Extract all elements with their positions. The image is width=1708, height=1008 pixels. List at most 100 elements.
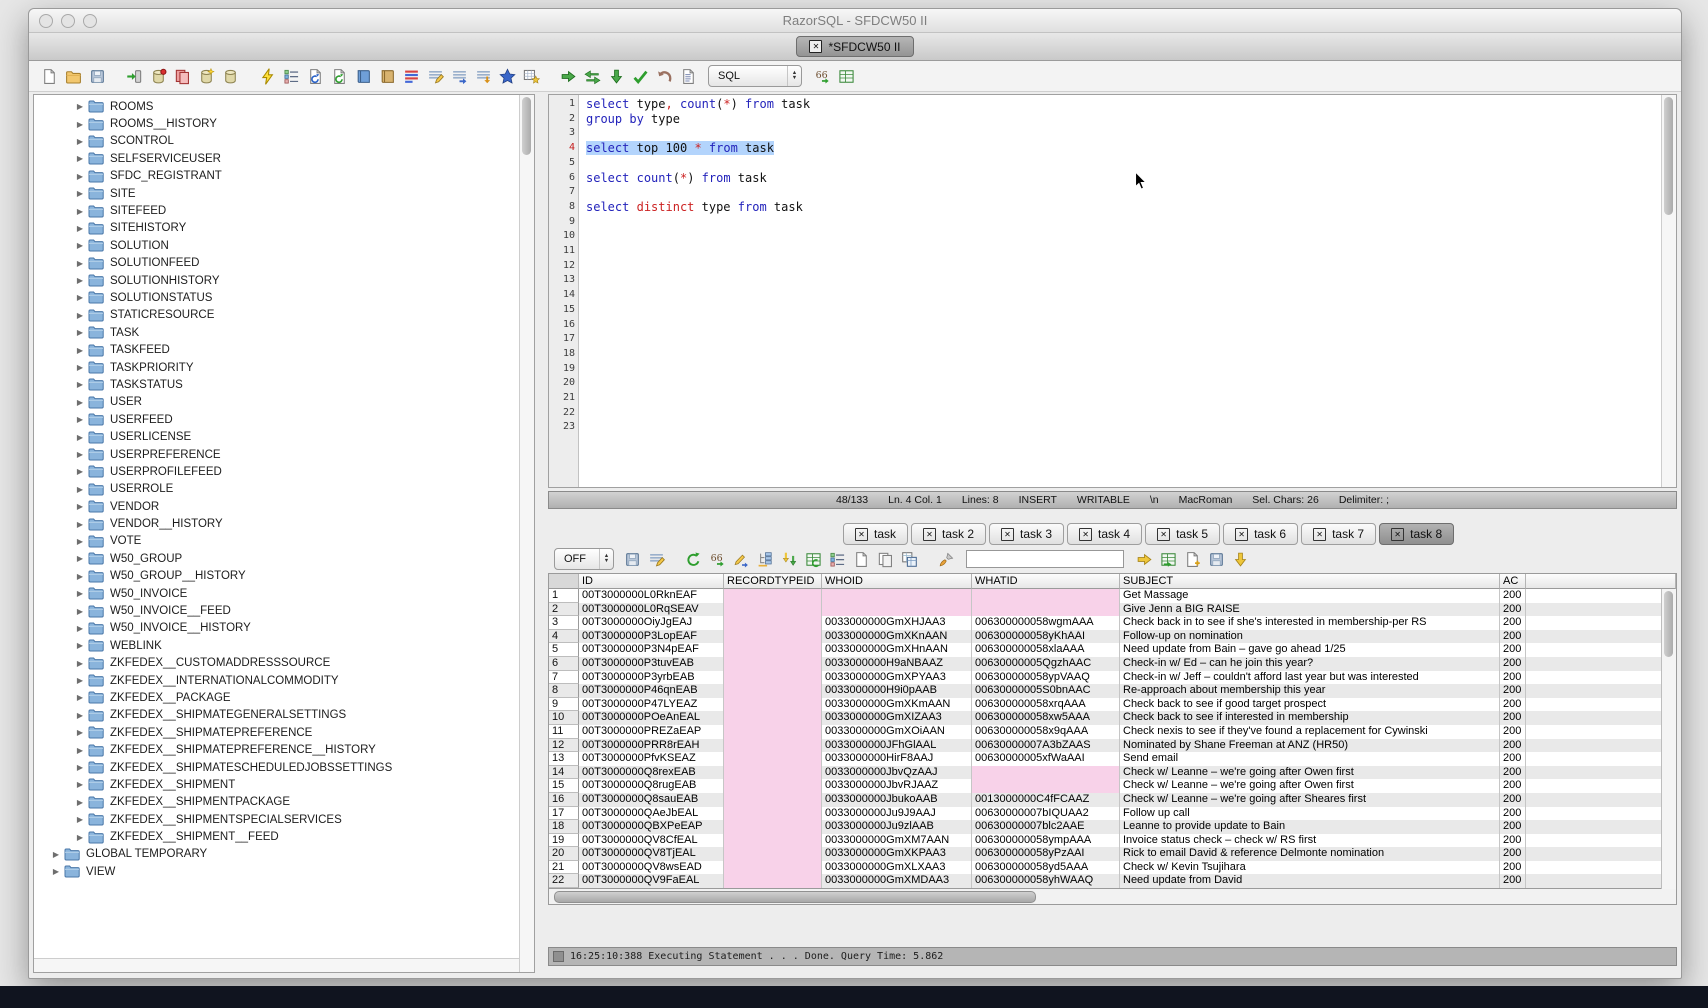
disclosure-triangle-icon[interactable]: ▶ [74, 537, 86, 546]
disclosure-triangle-icon[interactable]: ▶ [74, 659, 86, 668]
table-cell[interactable]: Rick to email David & reference Delmonte… [1120, 847, 1500, 861]
table-cell[interactable]: 006300000058xw5AAA [972, 711, 1120, 725]
tree-item-sitefeed[interactable]: ▶SITEFEED [34, 202, 534, 219]
favorites-star-icon[interactable] [498, 67, 517, 85]
new-document-icon[interactable] [40, 67, 59, 85]
tree-item-solutionhistory[interactable]: ▶SOLUTIONHISTORY [34, 272, 534, 289]
table-cell[interactable] [724, 834, 822, 848]
table-row[interactable]: 1700T3000000QAeJbEAL0033000000Ju9J9AAJ00… [549, 807, 1676, 821]
close-result-tab-icon[interactable]: ✕ [1079, 528, 1092, 541]
table-cell[interactable]: Follow up call [1120, 807, 1500, 821]
table-cell[interactable]: 200 [1500, 630, 1526, 644]
new-connection-icon[interactable] [197, 67, 216, 85]
table-cell[interactable]: 0033000000GmXHnAAN [822, 643, 972, 657]
disclosure-triangle-icon[interactable]: ▶ [74, 780, 86, 789]
table-cell[interactable] [972, 589, 1120, 603]
close-result-tab-icon[interactable]: ✕ [923, 528, 936, 541]
database-icon[interactable] [221, 67, 240, 85]
row-number-cell[interactable]: 14 [549, 766, 579, 780]
zoom-window-button[interactable] [83, 14, 97, 28]
table-cell[interactable]: 0033000000GmXHJAA3 [822, 616, 972, 630]
disclosure-triangle-icon[interactable]: ▶ [74, 259, 86, 268]
table-cell[interactable] [822, 589, 972, 603]
table-cell[interactable] [724, 643, 822, 657]
row-number-cell[interactable]: 21 [549, 861, 579, 875]
tree-item-taskpriority[interactable]: ▶TASKPRIORITY [34, 359, 534, 376]
table-cell[interactable] [724, 616, 822, 630]
result-tab-task-8[interactable]: ✕task 8 [1379, 523, 1454, 545]
close-connection-icon[interactable]: ✕ [809, 40, 822, 53]
table-cell[interactable]: 0033000000GmXM7AAN [822, 834, 972, 848]
row-number-cell[interactable]: 20 [549, 847, 579, 861]
table-cell[interactable] [724, 820, 822, 834]
table-cell[interactable]: Check back to see if interested in membe… [1120, 711, 1500, 725]
table-row[interactable]: 900T3000000P47LYEAZ0033000000GmXKmAAN006… [549, 698, 1676, 712]
tree-item-w50-group-history[interactable]: ▶W50_GROUP__HISTORY [34, 568, 534, 585]
disclosure-triangle-icon[interactable]: ▶ [74, 346, 86, 355]
result-tab-task-4[interactable]: ✕task 4 [1067, 523, 1142, 545]
table-cell[interactable] [972, 779, 1120, 793]
table-row[interactable]: 1500T3000000Q8rugEAB0033000000JbvRJAAZCh… [549, 779, 1676, 793]
tree-item-zkfedex-shipment-feed[interactable]: ▶ZKFEDEX__SHIPMENT__FEED [34, 828, 534, 845]
disclosure-triangle-icon[interactable]: ▶ [74, 241, 86, 250]
execute-lightning-icon[interactable] [258, 67, 277, 85]
table-cell[interactable]: 00T3000000PfvKSEAZ [579, 752, 724, 766]
table-cell[interactable]: Leanne to provide update to Bain [1120, 820, 1500, 834]
table-cell[interactable]: 00T3000000PREZaEAP [579, 725, 724, 739]
table-vscroll-thumb[interactable] [1664, 591, 1673, 657]
checklist-icon[interactable] [282, 67, 301, 85]
tree-item-w50-invoice-history[interactable]: ▶W50_INVOICE__HISTORY [34, 620, 534, 637]
table-row[interactable]: 1200T3000000PRR8rEAH0033000000JFhGlAAL00… [549, 739, 1676, 753]
table-cell[interactable] [724, 752, 822, 766]
table-row[interactable]: 200T3000000L0RqSEAVGive Jenn a BIG RAISE… [549, 603, 1676, 617]
tree-item-zkfedex-shipmatescheduledjobssettings[interactable]: ▶ZKFEDEX__SHIPMATESCHEDULEDJOBSSETTINGS [34, 759, 534, 776]
table-cell[interactable]: 00T3000000P3LopEAF [579, 630, 724, 644]
table-cell[interactable] [724, 874, 822, 888]
row-number-cell[interactable]: 13 [549, 752, 579, 766]
table-cell[interactable]: 200 [1500, 807, 1526, 821]
table-cell[interactable]: 00T3000000QV8wsEAD [579, 861, 724, 875]
table-cell[interactable] [972, 766, 1120, 780]
table-cell[interactable]: Send email [1120, 752, 1500, 766]
table-cell[interactable] [724, 807, 822, 821]
disclosure-triangle-icon[interactable]: ▶ [74, 833, 86, 842]
tree-item-zkfedex-shipment[interactable]: ▶ZKFEDEX__SHIPMENT [34, 776, 534, 793]
tree-item-sfdc-registrant[interactable]: ▶SFDC_REGISTRANT [34, 168, 534, 185]
table-cell[interactable]: 006300000058yPzAAI [972, 847, 1120, 861]
table-cell[interactable]: 200 [1500, 684, 1526, 698]
table-cell[interactable]: Check back in to see if she's interested… [1120, 616, 1500, 630]
table-cell[interactable] [724, 630, 822, 644]
table-cell[interactable]: Check w/ Leanne – we're going after Owen… [1120, 779, 1500, 793]
row-number-cell[interactable]: 12 [549, 739, 579, 753]
close-window-button[interactable] [39, 14, 53, 28]
disclosure-triangle-icon[interactable]: ▶ [74, 172, 86, 181]
table-cell[interactable]: 00T3000000P3yrbEAB [579, 671, 724, 685]
disclosure-triangle-icon[interactable]: ▶ [74, 502, 86, 511]
row-number-cell[interactable]: 22 [549, 874, 579, 888]
column-header-whoid[interactable]: WHOID [822, 574, 972, 589]
save-icon[interactable] [88, 67, 107, 85]
commit-icon[interactable] [631, 67, 650, 85]
table-cell[interactable]: 00T3000000QAeJbEAL [579, 807, 724, 821]
table-row[interactable]: 300T3000000OiyJgEAJ0033000000GmXHJAA3006… [549, 616, 1676, 630]
table-cell[interactable]: 200 [1500, 711, 1526, 725]
table-row[interactable]: 1000T3000000POeAnEAL0033000000GmXIZAA300… [549, 711, 1676, 725]
rollback-icon[interactable] [655, 67, 674, 85]
table-cell[interactable] [724, 684, 822, 698]
execute-all-icon[interactable] [583, 67, 602, 85]
filter-data-icon[interactable] [474, 67, 493, 85]
save-result-file-icon[interactable] [1207, 550, 1226, 568]
tree-item-w50-invoice[interactable]: ▶W50_INVOICE [34, 585, 534, 602]
tree-item-sitehistory[interactable]: ▶SITEHISTORY [34, 220, 534, 237]
table-cell[interactable]: Check w/ Leanne – we're going after Owen… [1120, 766, 1500, 780]
table-cell[interactable]: Give Jenn a BIG RAISE [1120, 603, 1500, 617]
table-cell[interactable]: 200 [1500, 752, 1526, 766]
table-row[interactable]: 1600T3000000Q8sauEAB0033000000JbukoAAB00… [549, 793, 1676, 807]
filter-results-icon[interactable] [647, 550, 666, 568]
tree-item-vendor-history[interactable]: ▶VENDOR__HISTORY [34, 515, 534, 532]
format-sql-icon[interactable]: 66 [813, 67, 832, 85]
tree-item-user[interactable]: ▶USER [34, 394, 534, 411]
results-search-input[interactable] [966, 550, 1124, 568]
copy-rows-icon[interactable] [876, 550, 895, 568]
table-cell[interactable]: 00630000005QgzhAAC [972, 657, 1120, 671]
